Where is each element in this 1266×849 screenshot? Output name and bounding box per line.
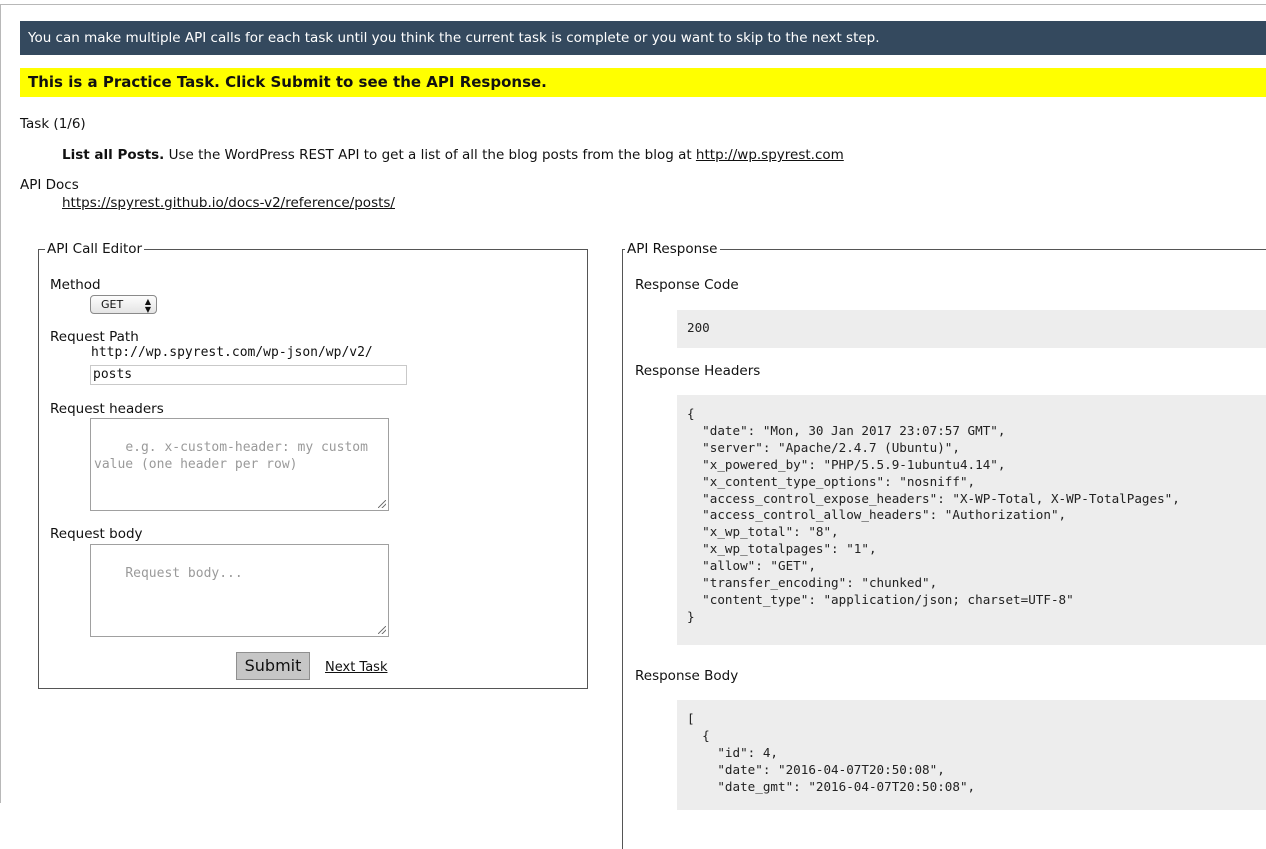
editor-legend: API Call Editor — [45, 241, 145, 257]
blog-link[interactable]: http://wp.spyrest.com — [696, 147, 844, 163]
task-counter: Task (1/6) — [20, 116, 86, 132]
task-text: Use the WordPress REST API to get a list… — [164, 147, 696, 163]
method-label: Method — [50, 277, 101, 293]
resize-grip-icon[interactable] — [378, 500, 386, 508]
method-value: GET — [101, 298, 124, 311]
response-code-label: Response Code — [635, 277, 739, 293]
api-docs-link[interactable]: https://spyrest.github.io/docs-v2/refere… — [62, 195, 395, 211]
method-select[interactable]: GET ▲ ▼ — [90, 295, 157, 314]
left-border — [0, 4, 1, 803]
api-response-panel: API Response Response Code 200 Response … — [622, 241, 1266, 849]
info-banner: You can make multiple API calls for each… — [20, 21, 1266, 55]
request-path-prefix: http://wp.spyrest.com/wp-json/wp/v2/ — [91, 345, 373, 360]
request-body-textarea[interactable]: Request body... — [90, 544, 389, 637]
top-border — [0, 4, 1266, 5]
next-task-link[interactable]: Next Task — [325, 660, 387, 675]
response-headers-code: { "date": "Mon, 30 Jan 2017 23:07:57 GMT… — [677, 395, 1266, 645]
api-docs-label: API Docs — [20, 177, 79, 193]
submit-button[interactable]: Submit — [236, 652, 310, 680]
response-code-value: 200 — [677, 310, 1266, 348]
request-body-placeholder: Request body... — [125, 566, 243, 581]
resize-grip-icon[interactable] — [378, 626, 386, 634]
task-title: List all Posts. — [62, 147, 165, 163]
response-body-code: [ { "id": 4, "date": "2016-04-07T20:50:0… — [677, 700, 1266, 810]
request-body-label: Request body — [50, 526, 143, 542]
request-path-label: Request Path — [50, 329, 139, 345]
response-legend: API Response — [625, 241, 720, 257]
response-body-label: Response Body — [635, 668, 739, 684]
request-headers-textarea[interactable]: e.g. x-custom-header: my custom value (o… — [90, 418, 389, 511]
api-call-editor: API Call Editor Method GET ▲ ▼ Request Pa… — [38, 241, 588, 689]
request-path-input[interactable]: posts — [90, 365, 407, 385]
request-headers-placeholder: e.g. x-custom-header: my custom value (o… — [94, 440, 376, 472]
task-description: List all Posts. Use the WordPress REST A… — [62, 147, 844, 163]
response-headers-label: Response Headers — [635, 363, 761, 379]
request-headers-label: Request headers — [50, 401, 164, 417]
practice-banner: This is a Practice Task. Click Submit to… — [20, 68, 1266, 97]
select-arrows-icon: ▲ ▼ — [144, 297, 151, 314]
